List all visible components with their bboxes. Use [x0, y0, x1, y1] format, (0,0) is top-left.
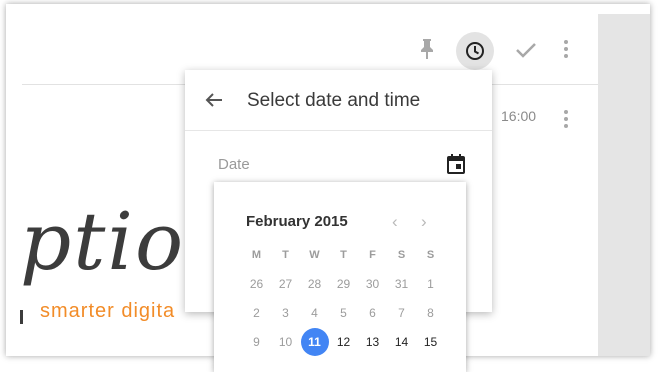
calendar-day[interactable]: 13: [358, 327, 387, 356]
calendar-day[interactable]: 28: [300, 269, 329, 298]
calendar-day[interactable]: 4: [300, 298, 329, 327]
row-more-icon[interactable]: [558, 104, 574, 134]
weekday-label: T: [282, 248, 289, 261]
calendar-day[interactable]: 14: [387, 327, 416, 356]
logo-mark: [20, 310, 23, 324]
calendar-day-selected[interactable]: 11: [300, 327, 329, 356]
row-time: 16:00: [501, 108, 537, 124]
dialog-title: Select date and time: [247, 90, 421, 111]
selected-day-label: 11: [300, 327, 329, 356]
calendar-day[interactable]: 31: [387, 269, 416, 298]
calendar-day[interactable]: 6: [358, 298, 387, 327]
side-panel: [598, 14, 650, 356]
weekday-label: F: [369, 248, 376, 261]
weekday-label: M: [251, 248, 262, 261]
clock-icon[interactable]: [456, 32, 494, 70]
weekday-label: W: [309, 248, 320, 261]
date-field-label[interactable]: Date: [218, 156, 250, 173]
calendar-day[interactable]: 26: [242, 269, 271, 298]
calendar-day[interactable]: 10: [271, 327, 300, 356]
calendar-week: 2 3 4 5 6 7 8: [242, 298, 445, 327]
calendar-grid: M T W T F S S 26 27 28 29 30 31 1 2 3 4 …: [242, 240, 445, 356]
calendar-day[interactable]: 5: [329, 298, 358, 327]
weekday-header: M T W T F S S: [242, 240, 445, 269]
calendar-month-label: February 2015: [246, 213, 348, 230]
calendar-day[interactable]: 7: [387, 298, 416, 327]
calendar-day[interactable]: 15: [416, 327, 445, 356]
check-icon[interactable]: [511, 36, 541, 64]
weekday-label: T: [340, 248, 347, 261]
more-vert-icon[interactable]: [558, 34, 574, 64]
calendar-day[interactable]: 29: [329, 269, 358, 298]
pin-icon[interactable]: [416, 36, 438, 62]
back-arrow-icon[interactable]: [205, 92, 223, 113]
calendar-week: 26 27 28 29 30 31 1: [242, 269, 445, 298]
calendar-popup: February 2015 ‹ › M T W T F S S 26 27 28…: [214, 182, 466, 372]
weekday-label: S: [397, 248, 406, 261]
dialog-header: Select date and time: [185, 70, 492, 130]
calendar-day[interactable]: 8: [416, 298, 445, 327]
prev-month-icon[interactable]: ‹: [392, 212, 398, 232]
calendar-day[interactable]: 2: [242, 298, 271, 327]
calendar-icon[interactable]: [447, 154, 465, 179]
calendar-day[interactable]: 27: [271, 269, 300, 298]
dialog-divider: [185, 130, 492, 131]
weekday-label: S: [426, 248, 435, 261]
calendar-day[interactable]: 9: [242, 327, 271, 356]
calendar-day[interactable]: 12: [329, 327, 358, 356]
calendar-day[interactable]: 1: [416, 269, 445, 298]
next-month-icon[interactable]: ›: [421, 212, 427, 232]
calendar-day[interactable]: 3: [271, 298, 300, 327]
logo-tagline: smarter digita: [40, 300, 176, 322]
calendar-day[interactable]: 30: [358, 269, 387, 298]
calendar-week: 9 10 11 12 13 14 15: [242, 327, 445, 356]
